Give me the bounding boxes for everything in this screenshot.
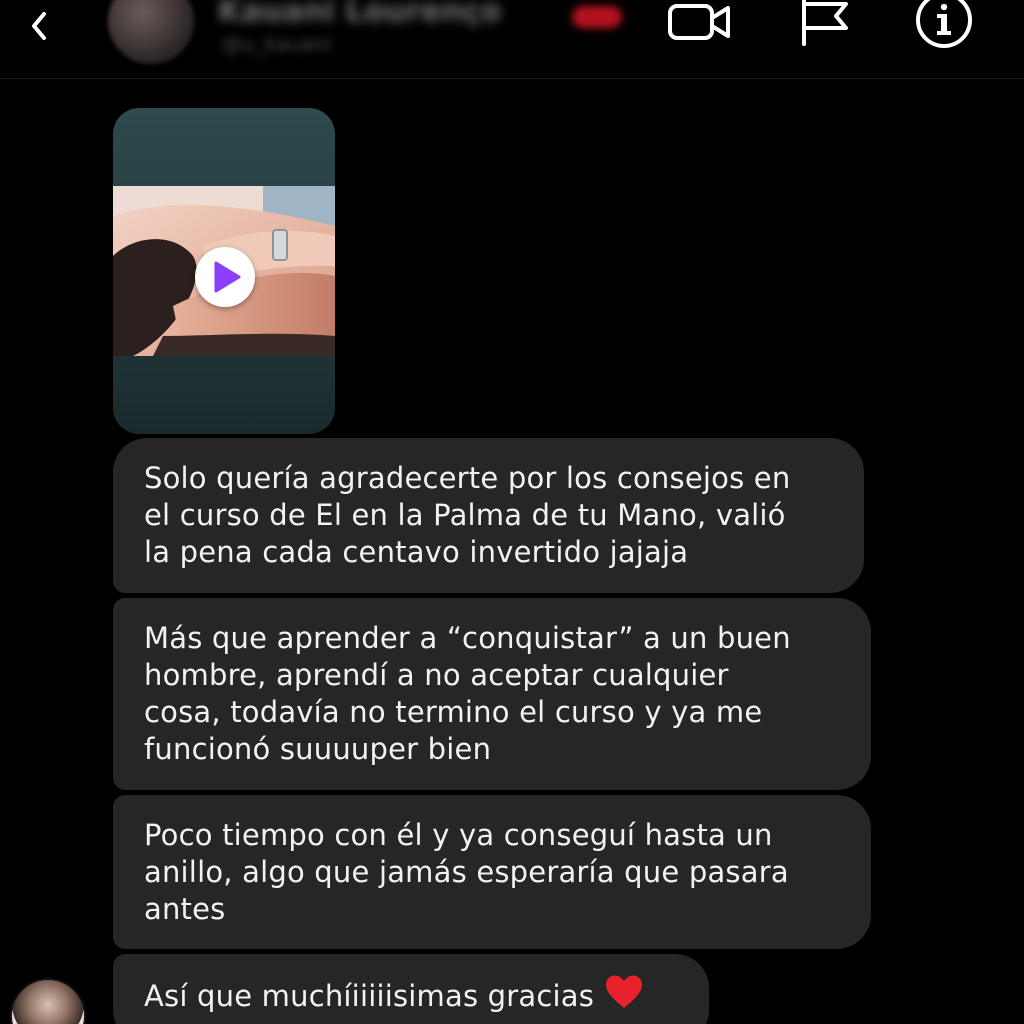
play-button[interactable] — [195, 247, 255, 307]
video-call-button[interactable] — [666, 0, 732, 44]
flag-icon — [802, 0, 848, 46]
contact-avatar[interactable] — [108, 0, 194, 64]
contact-name[interactable]: Kauani Lourenço — [218, 0, 501, 29]
message-bubble[interactable]: Así que muchíiiiiisimas gracias — [113, 954, 709, 1024]
video-attachment[interactable] — [113, 108, 335, 434]
name-emoji — [572, 6, 622, 28]
info-circle-icon — [916, 0, 972, 48]
video-camera-icon — [668, 4, 730, 40]
message-bubble[interactable]: Poco tiempo con él y ya conseguí hasta u… — [113, 795, 871, 949]
chat-screen: Kauani Lourenço @u_kauani Solo quería ag… — [0, 0, 1024, 1024]
chat-header: Kauani Lourenço @u_kauani — [0, 0, 1024, 79]
message-bubble[interactable]: Solo quería agradecerte por los consejos… — [113, 438, 864, 593]
message-text: Así que muchíiiiiisimas gracias — [144, 979, 595, 1013]
contact-handle: @u_kauani — [222, 32, 332, 56]
message-text: Solo quería agradecerte por los consejos… — [144, 461, 791, 569]
info-button[interactable] — [912, 0, 978, 48]
message-text: Poco tiempo con él y ya conseguí hasta u… — [144, 818, 789, 926]
sender-avatar[interactable] — [10, 978, 86, 1024]
chevron-left-icon — [32, 12, 46, 40]
red-heart-icon — [606, 975, 643, 1008]
back-button[interactable] — [22, 4, 58, 44]
play-icon — [214, 261, 241, 293]
message-bubble[interactable]: Más que aprender a “conquistar” a un bue… — [113, 598, 871, 790]
message-text: Más que aprender a “conquistar” a un bue… — [144, 621, 791, 766]
report-button[interactable] — [798, 0, 852, 46]
